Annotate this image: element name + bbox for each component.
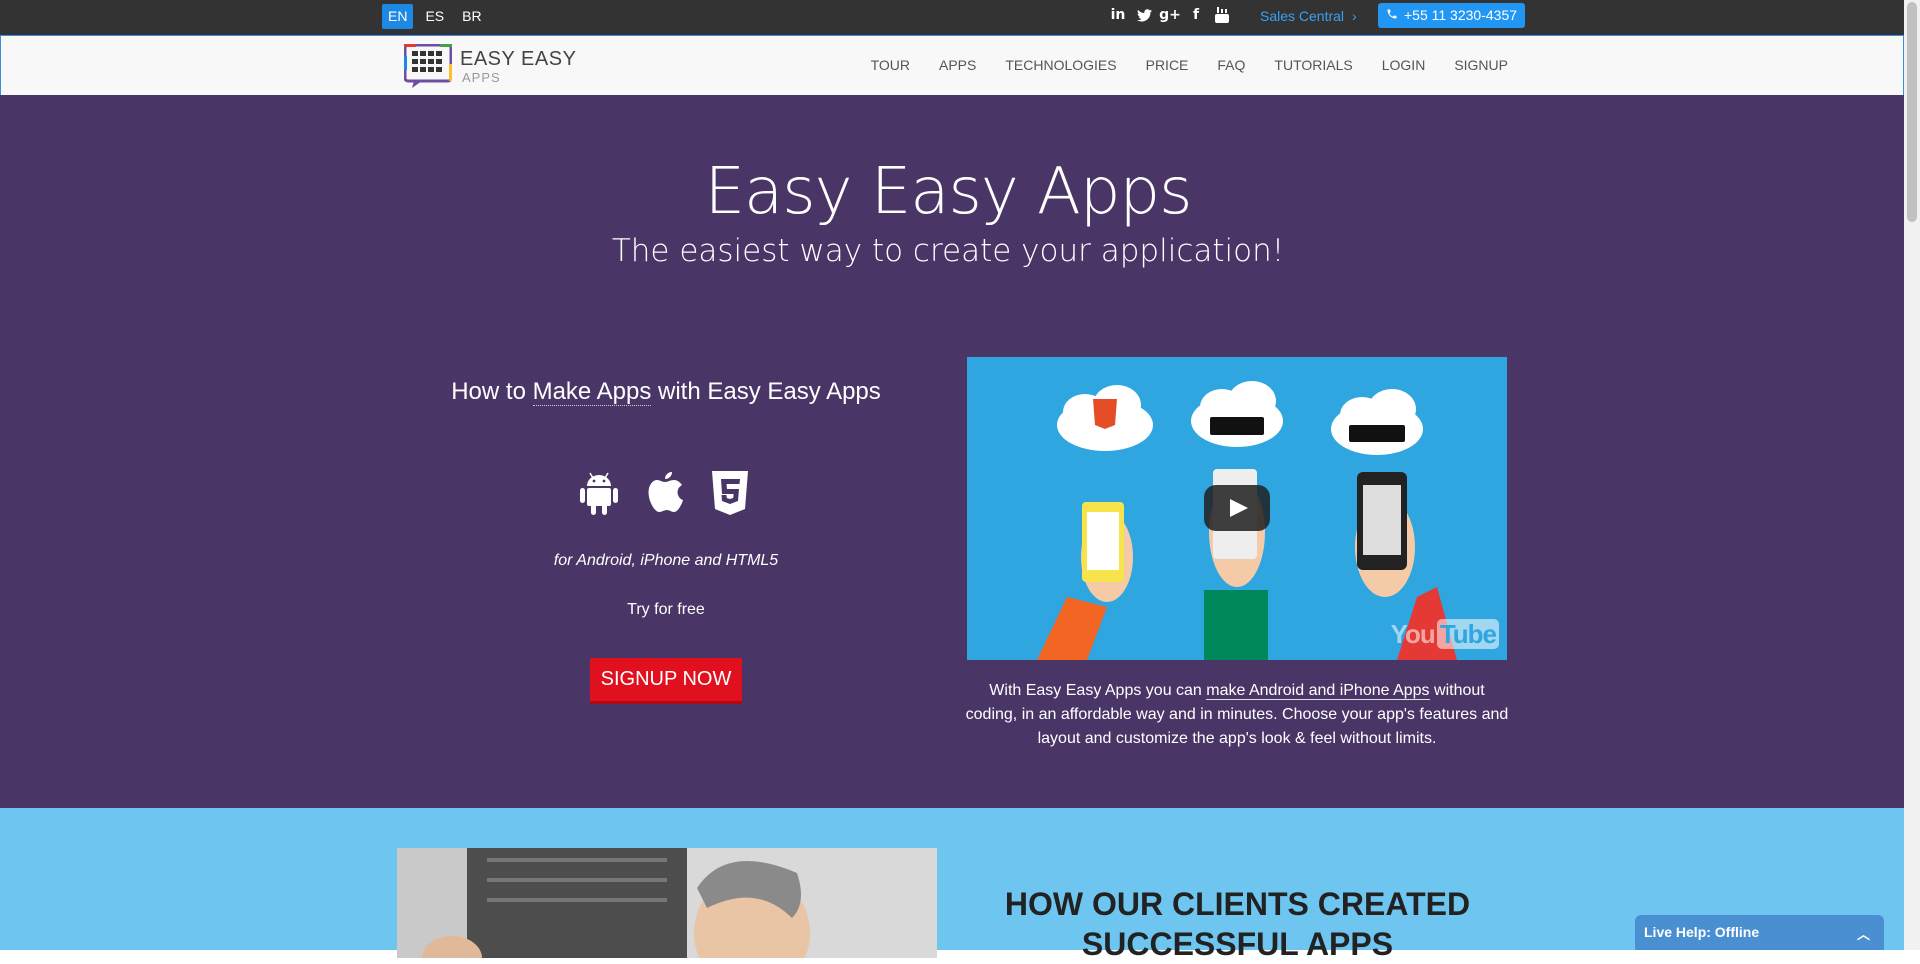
logo-text: EASY EASY APPS [460,49,576,84]
hero-section: Easy Easy Apps The easiest way to create… [0,95,1904,808]
logo-mark-icon [403,43,453,88]
nav-menu: TOUR APPS TECHNOLOGIES PRICE FAQ TUTORIA… [871,57,1508,73]
html5-icon [710,470,750,516]
phone-number: +55 11 3230-4357 [1404,7,1518,23]
sales-central-link[interactable]: Sales Central › [1260,8,1357,24]
howto-suffix: with Easy Easy Apps [651,378,881,405]
lang-es[interactable]: ES [419,4,450,29]
logo-subtitle: APPS [462,69,501,85]
logo[interactable]: EASY EASY APPS [403,43,576,88]
nav-price[interactable]: PRICE [1146,57,1189,73]
signup-now-button[interactable]: SIGNUP NOW [590,658,742,704]
hero-title: Easy Easy Apps [704,155,1193,229]
google-plus-icon[interactable]: g+ [1159,6,1181,24]
intro-video[interactable]: You Tube [967,357,1507,660]
platforms-text: for Android, iPhone and HTML5 [553,552,779,569]
nav-tour[interactable]: TOUR [871,57,910,73]
chevron-up-icon: ︿ [1856,927,1870,942]
howto-prefix: How to [451,378,533,405]
clients-title: HOW OUR CLIENTS CREATED SUCCESSFUL APPS [1004,886,1471,962]
nav-tutorials[interactable]: TUTORIALS [1274,57,1352,73]
howto-heading: How to Make Apps with Easy Easy Apps [400,378,932,406]
chevron-right-icon: › [1352,8,1357,24]
hero-description: With Easy Easy Apps you can make Android… [962,679,1512,751]
sales-central-label: Sales Central [1260,8,1345,24]
phone-icon [1386,7,1398,23]
nav-apps[interactable]: APPS [939,57,976,73]
twitter-icon[interactable] [1136,6,1152,24]
clients-section: HOW OUR CLIENTS CREATED SUCCESSFUL APPS [0,808,1904,962]
top-bar: EN ES BR in g+ f Sales Central › +55 11 3… [0,0,1904,35]
facebook-icon[interactable]: f [1188,6,1204,24]
nav-faq[interactable]: FAQ [1217,57,1245,73]
social-links: in g+ f [1110,6,1230,24]
play-button[interactable] [1204,485,1270,531]
youtube-tube: Tube [1436,619,1499,649]
youtube-icon[interactable] [1214,6,1230,24]
make-apps-link[interactable]: Make Apps [532,378,652,406]
nav-signup[interactable]: SIGNUP [1454,57,1508,73]
live-help-label: Live Help: Offline [1644,924,1760,940]
try-free-text: Try for free [627,601,705,618]
hero-subtitle: The easiest way to create your applicati… [611,233,1285,269]
youtube-logo: You Tube [1391,619,1499,650]
main-navbar: EASY EASY APPS TOUR APPS TECHNOLOGIES PR… [0,35,1904,96]
page-scrollbar[interactable] [1904,0,1920,950]
lang-br[interactable]: BR [456,4,487,29]
make-android-iphone-apps-link[interactable]: make Android and iPhone Apps [1206,682,1430,700]
scrollbar-thumb[interactable] [1907,2,1917,222]
logo-title: EASY EASY [460,47,577,70]
nav-technologies[interactable]: TECHNOLOGIES [1005,57,1116,73]
lang-en[interactable]: EN [382,4,414,29]
desc-prefix: With Easy Easy Apps you can [989,682,1207,699]
language-switcher: EN ES BR [382,4,488,29]
apple-icon [645,470,685,516]
client-photo[interactable] [397,848,937,958]
live-help-widget[interactable]: Live Help: Offline ︿ [1635,915,1884,950]
nav-login[interactable]: LOGIN [1382,57,1426,73]
linkedin-icon[interactable]: in [1110,6,1126,24]
phone-button[interactable]: +55 11 3230-4357 [1378,3,1526,28]
android-icon [578,470,620,516]
platform-icons [578,470,750,516]
youtube-you: You [1390,619,1436,649]
